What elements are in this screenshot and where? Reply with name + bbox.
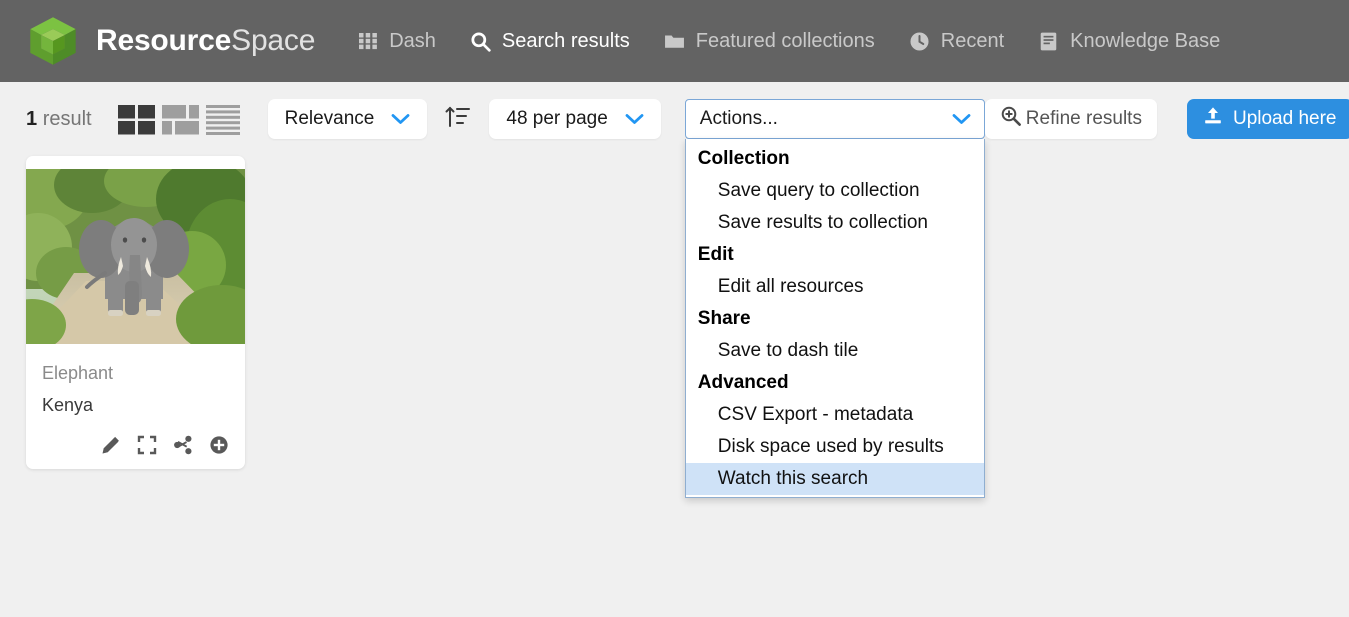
dropdown-group-label: Advanced bbox=[697, 372, 789, 393]
chevron-down-icon bbox=[952, 113, 971, 125]
dropdown-item-save-results-to-collection[interactable]: Save results to collection bbox=[686, 207, 984, 239]
dropdown-group-label: Edit bbox=[697, 244, 734, 265]
brand-title-light: Space bbox=[231, 24, 316, 57]
nav-item-knowledge-base[interactable]: Knowledge Base bbox=[1038, 30, 1220, 53]
dropdown-group-label: Collection bbox=[697, 148, 790, 169]
add-to-collection-icon[interactable] bbox=[209, 435, 229, 455]
actions-select-value: Actions... bbox=[699, 108, 778, 129]
dropdown-item-csv-export-metadata[interactable]: CSV Export - metadata bbox=[686, 399, 984, 431]
clock-icon bbox=[909, 31, 930, 52]
nav-item-dash[interactable]: Dash bbox=[357, 30, 436, 53]
per-page-value: 48 per page bbox=[506, 108, 608, 129]
upload-here-label: Upload here bbox=[1232, 108, 1337, 129]
upload-icon bbox=[1203, 106, 1223, 132]
main-navigation: Dash Search results Featured collections bbox=[357, 30, 1220, 53]
dropdown-item-save-query-to-collection[interactable]: Save query to collection bbox=[686, 175, 984, 207]
thumbnail-view-icon[interactable] bbox=[161, 104, 200, 135]
result-count-label: result bbox=[42, 107, 92, 130]
sort-direction-button[interactable] bbox=[445, 104, 471, 135]
brand-logo[interactable]: ResourceSpace bbox=[26, 14, 315, 68]
nav-item-knowledge-base-label: Knowledge Base bbox=[1070, 29, 1221, 52]
nav-item-search-results-label: Search results bbox=[501, 29, 630, 52]
share-icon[interactable] bbox=[173, 435, 193, 455]
sort-order-select[interactable]: Relevance bbox=[267, 99, 428, 139]
zoom-in-icon bbox=[1000, 105, 1022, 133]
resource-card-body: Elephant Kenya bbox=[26, 344, 245, 429]
nav-item-dash-label: Dash bbox=[389, 29, 436, 52]
nav-item-featured-collections-label: Featured collections bbox=[695, 29, 875, 52]
chevron-down-icon bbox=[625, 113, 644, 125]
actions-select[interactable]: Actions... bbox=[684, 99, 985, 139]
expand-icon[interactable] bbox=[137, 435, 157, 455]
search-icon bbox=[470, 31, 491, 52]
brand-title: ResourceSpace bbox=[96, 24, 315, 58]
results-grid: Elephant Kenya bbox=[0, 156, 1349, 469]
actions-menu: Actions... Collection Save query to coll… bbox=[684, 99, 985, 498]
sort-order-value: Relevance bbox=[284, 108, 375, 129]
resource-subtitle: Kenya bbox=[42, 395, 94, 415]
dropdown-item-watch-this-search[interactable]: Watch this search bbox=[685, 463, 984, 495]
nav-item-recent[interactable]: Recent bbox=[909, 30, 1004, 53]
nav-item-recent-label: Recent bbox=[940, 29, 1005, 52]
results-toolbar: 1 result Relevance 48 per page Actions..… bbox=[0, 82, 1349, 498]
dropdown-item-edit-all-resources[interactable]: Edit all resources bbox=[686, 271, 984, 303]
refine-results-button[interactable]: Refine results bbox=[984, 99, 1157, 139]
resource-card[interactable]: Elephant Kenya bbox=[26, 156, 245, 469]
book-icon bbox=[1038, 31, 1059, 52]
per-page-select[interactable]: 48 per page bbox=[489, 99, 661, 139]
dropdown-item-disk-space-used-by-results[interactable]: Disk space used by results bbox=[686, 431, 984, 463]
result-count: 1 result bbox=[26, 108, 92, 131]
actions-dropdown-list: Collection Save query to collection Save… bbox=[684, 139, 985, 498]
nav-item-search-results[interactable]: Search results bbox=[470, 30, 630, 53]
grid-view-icon[interactable] bbox=[117, 104, 156, 135]
app-header: ResourceSpace Dash Search results Featur… bbox=[0, 0, 1349, 82]
folder-icon bbox=[664, 31, 685, 52]
resource-card-tools bbox=[26, 429, 245, 469]
sort-ascending-icon bbox=[445, 104, 471, 135]
chevron-down-icon bbox=[391, 113, 410, 125]
resource-title: Elephant bbox=[42, 363, 114, 383]
resource-thumbnail[interactable] bbox=[26, 169, 245, 344]
upload-here-button[interactable]: Upload here bbox=[1186, 99, 1349, 139]
nav-item-featured-collections[interactable]: Featured collections bbox=[664, 30, 875, 53]
dropdown-group-label: Share bbox=[697, 308, 751, 329]
list-view-icon[interactable] bbox=[205, 104, 240, 135]
grid-icon bbox=[357, 31, 378, 52]
result-count-number: 1 bbox=[26, 107, 38, 130]
dropdown-item-save-to-dash-tile[interactable]: Save to dash tile bbox=[686, 335, 984, 367]
refine-results-label: Refine results bbox=[1025, 108, 1142, 129]
resourcespace-logo-icon bbox=[30, 17, 76, 65]
brand-title-bold: Resource bbox=[96, 24, 232, 57]
edit-pencil-icon[interactable] bbox=[101, 435, 121, 455]
view-mode-switcher bbox=[117, 104, 240, 135]
